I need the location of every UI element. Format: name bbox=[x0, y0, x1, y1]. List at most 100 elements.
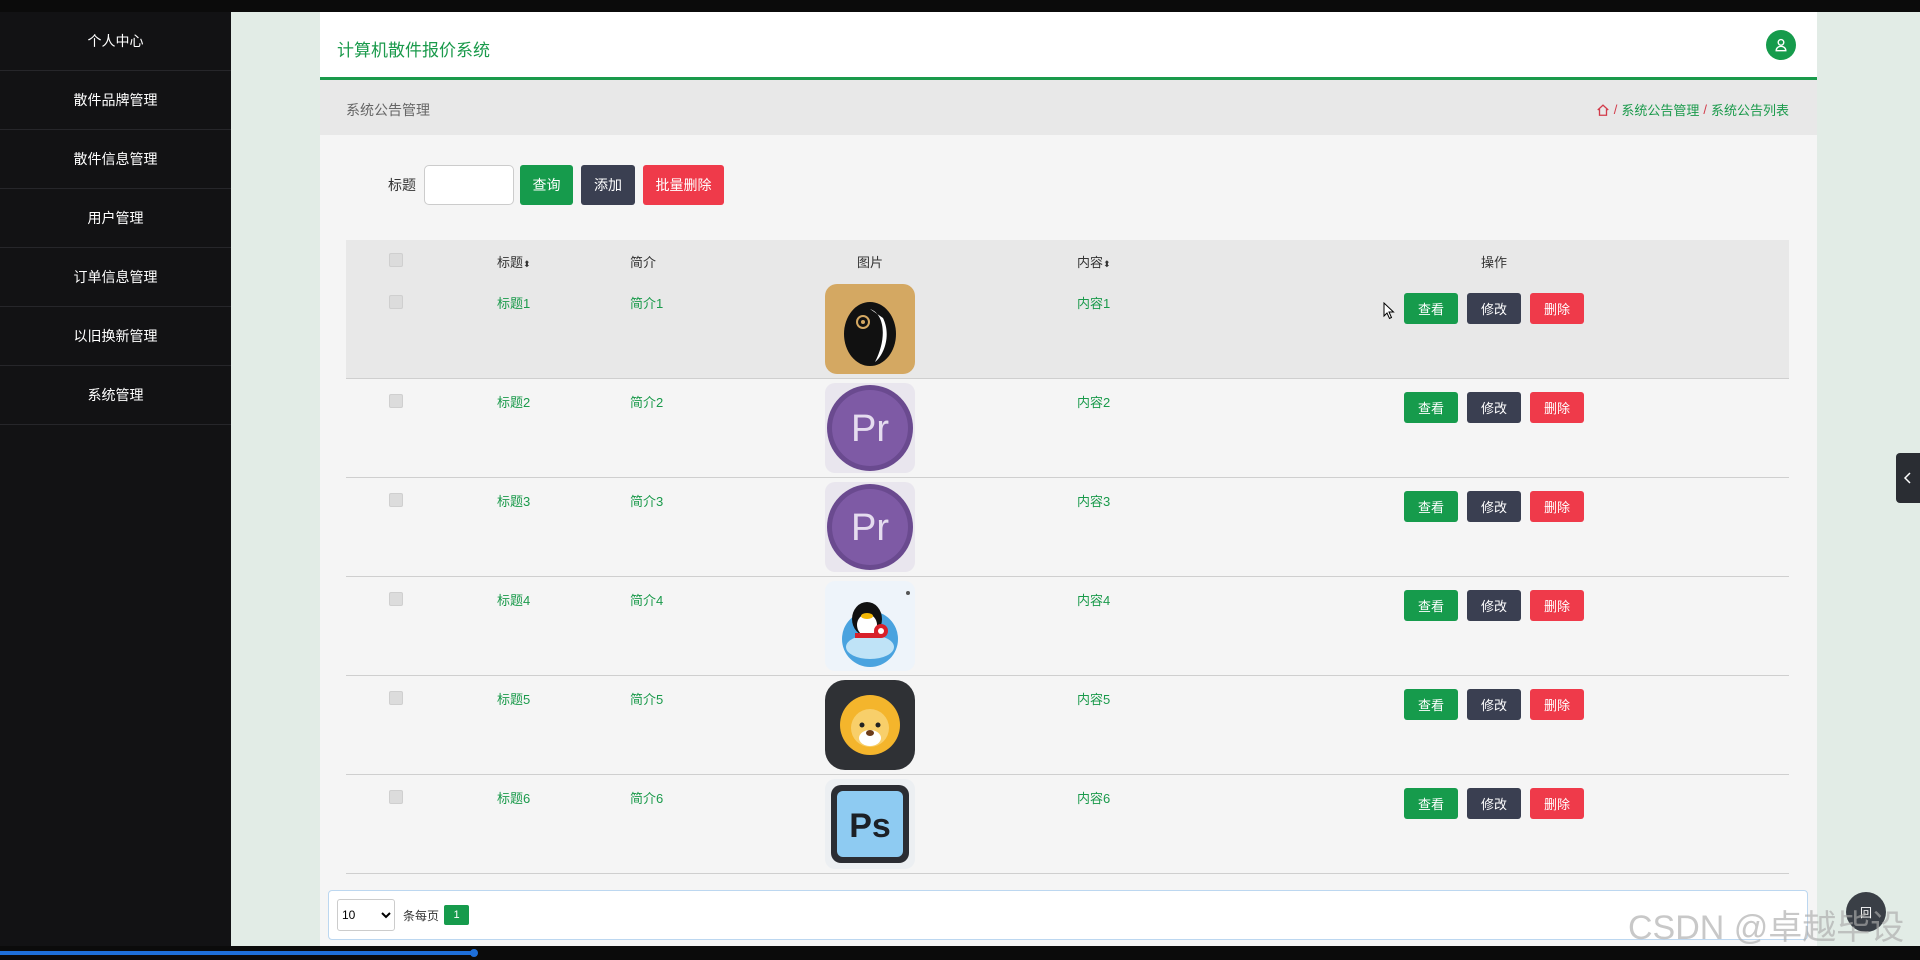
top-header: 计算机散件报价系统 bbox=[320, 12, 1817, 80]
column-header-image: 图片 bbox=[857, 255, 884, 270]
sidebar-item-user-management[interactable]: 用户管理 bbox=[0, 189, 231, 248]
table-row: 标题2 简介2 Pr 内容2 查看 修改 删除 bbox=[346, 379, 1789, 478]
row-content: 内容4 bbox=[1077, 593, 1111, 608]
row-checkbox[interactable] bbox=[389, 394, 403, 408]
select-all-checkbox[interactable] bbox=[389, 253, 403, 267]
edit-button[interactable]: 修改 bbox=[1467, 590, 1521, 621]
row-intro: 简介6 bbox=[630, 791, 664, 806]
row-checkbox[interactable] bbox=[389, 295, 403, 309]
sort-icon: ⬍ bbox=[523, 259, 531, 269]
penguin-app-icon bbox=[825, 284, 915, 374]
sidebar-item-brand-management[interactable]: 散件品牌管理 bbox=[0, 71, 231, 130]
view-button[interactable]: 查看 bbox=[1404, 392, 1458, 423]
row-title[interactable]: 标题5 bbox=[497, 689, 530, 708]
sidebar-item-system-management[interactable]: 系统管理 bbox=[0, 366, 231, 425]
row-checkbox[interactable] bbox=[389, 592, 403, 606]
user-avatar-icon[interactable] bbox=[1766, 30, 1796, 60]
row-title[interactable]: 标题2 bbox=[497, 392, 530, 411]
svg-text:Pr: Pr bbox=[851, 408, 889, 450]
lion-icon bbox=[825, 680, 915, 770]
view-button[interactable]: 查看 bbox=[1404, 491, 1458, 522]
pagination-bar: 10 条每页 1 bbox=[328, 890, 1808, 940]
delete-button[interactable]: 删除 bbox=[1530, 491, 1584, 522]
row-title[interactable]: 标题1 bbox=[497, 293, 530, 312]
table-header-row: 标题⬍ 简介 图片 内容⬍ 操作 bbox=[346, 240, 1789, 280]
breadcrumb: / 系统公告管理 / 系统公告列表 bbox=[1596, 100, 1789, 119]
row-content: 内容1 bbox=[1077, 296, 1111, 311]
photoshop-icon: Ps bbox=[825, 779, 915, 869]
breadcrumb-separator: / bbox=[1703, 102, 1707, 117]
svg-text:Pr: Pr bbox=[851, 507, 889, 549]
column-header-content[interactable]: 内容⬍ bbox=[1077, 252, 1111, 271]
sort-icon: ⬍ bbox=[1103, 259, 1111, 269]
delete-button[interactable]: 删除 bbox=[1530, 392, 1584, 423]
row-actions: 查看 修改 删除 bbox=[1404, 392, 1584, 423]
table-row: 标题3 简介3 Pr 内容3 查看 修改 删除 bbox=[346, 478, 1789, 577]
app-root: 个人中心 散件品牌管理 散件信息管理 用户管理 订单信息管理 以旧换新管理 系统… bbox=[0, 12, 1920, 947]
title-search-input[interactable] bbox=[424, 165, 514, 205]
delete-button[interactable]: 删除 bbox=[1530, 788, 1584, 819]
add-button[interactable]: 添加 bbox=[581, 165, 635, 205]
row-intro: 简介4 bbox=[630, 593, 664, 608]
column-header-intro: 简介 bbox=[630, 255, 657, 270]
collapse-panel-button[interactable] bbox=[1896, 453, 1920, 503]
row-title[interactable]: 标题4 bbox=[497, 590, 530, 609]
main-content: 计算机散件报价系统 系统公告管理 / 系统公告管理 / 系统公告列表 标题 查询… bbox=[320, 12, 1817, 946]
mouse-cursor-icon bbox=[1383, 301, 1395, 325]
row-intro: 简介3 bbox=[630, 494, 664, 509]
delete-button[interactable]: 删除 bbox=[1530, 293, 1584, 324]
row-actions: 查看 修改 删除 bbox=[1404, 491, 1584, 522]
home-icon[interactable] bbox=[1596, 103, 1610, 117]
per-page-label: 条每页 bbox=[403, 908, 440, 923]
edit-button[interactable]: 修改 bbox=[1467, 491, 1521, 522]
page-header-bar: 系统公告管理 / 系统公告管理 / 系统公告列表 bbox=[320, 80, 1817, 135]
row-intro: 简介1 bbox=[630, 296, 664, 311]
row-content: 内容6 bbox=[1077, 791, 1111, 806]
row-actions: 查看 修改 删除 bbox=[1404, 689, 1584, 720]
sidebar-item-part-info-management[interactable]: 散件信息管理 bbox=[0, 130, 231, 189]
search-toolbar: 标题 查询 添加 批量删除 bbox=[388, 165, 724, 205]
row-title[interactable]: 标题3 bbox=[497, 491, 530, 510]
edit-button[interactable]: 修改 bbox=[1467, 293, 1521, 324]
notice-table: 标题⬍ 简介 图片 内容⬍ 操作 标题1 简介1 内容1 查看 修改 删除 标题… bbox=[346, 240, 1789, 874]
edit-button[interactable]: 修改 bbox=[1467, 392, 1521, 423]
sidebar-item-trade-in-management[interactable]: 以旧换新管理 bbox=[0, 307, 231, 366]
table-row: 标题1 简介1 内容1 查看 修改 删除 bbox=[346, 280, 1789, 379]
breadcrumb-item-notice-list[interactable]: 系统公告列表 bbox=[1711, 100, 1789, 119]
svg-text:Ps: Ps bbox=[849, 807, 891, 845]
progress-fill bbox=[0, 951, 475, 955]
delete-button[interactable]: 删除 bbox=[1530, 689, 1584, 720]
query-button[interactable]: 查询 bbox=[520, 165, 573, 205]
table-row: 标题4 简介4 内容4 查看 修改 删除 bbox=[346, 577, 1789, 676]
search-label: 标题 bbox=[388, 177, 416, 193]
row-checkbox[interactable] bbox=[389, 790, 403, 804]
view-button[interactable]: 查看 bbox=[1404, 788, 1458, 819]
row-checkbox[interactable] bbox=[389, 493, 403, 507]
view-button[interactable]: 查看 bbox=[1404, 590, 1458, 621]
progress-handle[interactable] bbox=[470, 949, 478, 957]
breadcrumb-item-notice-management[interactable]: 系统公告管理 bbox=[1621, 100, 1699, 119]
breadcrumb-separator: / bbox=[1613, 102, 1618, 117]
view-button[interactable]: 查看 bbox=[1404, 689, 1458, 720]
premiere-icon: Pr bbox=[825, 482, 915, 572]
row-content: 内容3 bbox=[1077, 494, 1111, 509]
page-button-current[interactable]: 1 bbox=[444, 905, 470, 925]
row-content: 内容5 bbox=[1077, 692, 1111, 707]
video-progress-bar bbox=[0, 946, 1920, 960]
edit-button[interactable]: 修改 bbox=[1467, 689, 1521, 720]
page-size-select[interactable]: 10 bbox=[337, 899, 395, 931]
qq-icon bbox=[825, 581, 915, 671]
row-actions: 查看 修改 删除 bbox=[1404, 590, 1584, 621]
sidebar-item-profile[interactable]: 个人中心 bbox=[0, 12, 231, 71]
column-header-title[interactable]: 标题⬍ bbox=[497, 252, 531, 271]
delete-button[interactable]: 删除 bbox=[1530, 590, 1584, 621]
view-button[interactable]: 查看 bbox=[1404, 293, 1458, 324]
row-checkbox[interactable] bbox=[389, 691, 403, 705]
window-top-border bbox=[0, 0, 1920, 12]
sidebar-item-order-management[interactable]: 订单信息管理 bbox=[0, 248, 231, 307]
sidebar: 个人中心 散件品牌管理 散件信息管理 用户管理 订单信息管理 以旧换新管理 系统… bbox=[0, 12, 231, 946]
row-title[interactable]: 标题6 bbox=[497, 788, 530, 807]
batch-delete-button[interactable]: 批量删除 bbox=[643, 165, 724, 205]
app-title: 计算机散件报价系统 bbox=[337, 41, 490, 60]
edit-button[interactable]: 修改 bbox=[1467, 788, 1521, 819]
